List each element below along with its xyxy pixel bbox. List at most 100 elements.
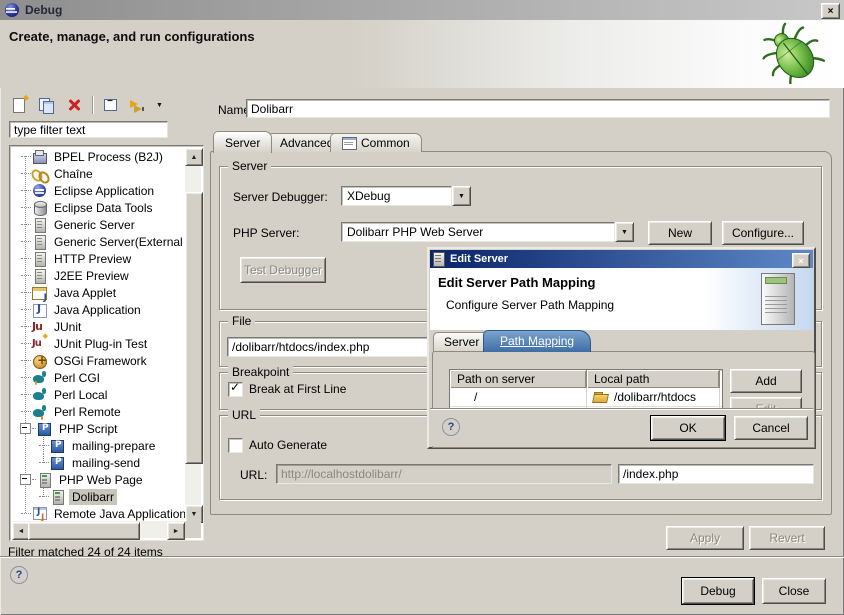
scroll-right-button[interactable]: ► [167, 522, 185, 540]
collapse-all-icon[interactable] [102, 97, 120, 113]
tree-item-java-applet[interactable]: Java Applet [12, 284, 185, 301]
name-input[interactable] [246, 99, 830, 118]
php-server-value: Dolibarr PHP Web Server [341, 222, 615, 242]
config-tree: BPEL Process (B2J)ChaîneEclipse Applicat… [9, 145, 204, 541]
tree-item-mailing-send[interactable]: mailing-send [12, 454, 185, 471]
java-applet-icon [31, 285, 49, 301]
tree-line [21, 513, 31, 515]
break-first-line-checkbox[interactable] [228, 382, 243, 397]
dialog-help-icon[interactable]: ? [442, 418, 460, 436]
tree-item-generic-server-external-la[interactable]: Generic Server(External La [12, 233, 185, 250]
server-icon [31, 251, 49, 267]
server-icon [31, 217, 49, 233]
tree-item-http-preview[interactable]: HTTP Preview [12, 250, 185, 267]
junit-plugin-icon [31, 336, 49, 352]
test-debugger-button[interactable]: Test Debugger [240, 257, 326, 283]
tree-item-osgi-framework[interactable]: OSGi Framework [12, 352, 185, 369]
titlebar: Debug × [0, 0, 844, 20]
config-tree-viewport[interactable]: BPEL Process (B2J)ChaîneEclipse Applicat… [12, 148, 185, 521]
eclipse-app-icon [31, 183, 49, 199]
remote-java-icon [31, 506, 49, 522]
php-server-combo[interactable]: Dolibarr PHP Web Server ▼ [341, 222, 634, 242]
tree-item-perl-cgi[interactable]: Perl CGI [12, 369, 185, 386]
tree-item-perl-remote[interactable]: Perl Remote [12, 403, 185, 420]
revert-button[interactable]: Revert [749, 526, 825, 550]
column-path-on-server[interactable]: Path on server [450, 370, 587, 388]
dialog-tab-path-mapping[interactable]: Path Mapping [483, 330, 591, 352]
table-header-row: Path on server Local path [450, 370, 722, 388]
tree-item-label: Eclipse Application [51, 183, 157, 199]
chevron-down-icon[interactable]: ▼ [452, 186, 471, 206]
tree-item-label: JUnit [51, 319, 84, 335]
filter-launch-configurations-icon[interactable] [129, 97, 147, 113]
tree-line [21, 207, 31, 209]
tree-item-junit[interactable]: JUnit [12, 318, 185, 335]
perl-icon [31, 387, 49, 403]
table-row[interactable]: / /dolibarr/htdocs [450, 388, 722, 407]
url-path-input[interactable] [618, 464, 814, 484]
tree-item-generic-server[interactable]: Generic Server [12, 216, 185, 233]
delete-launch-config-icon[interactable] [65, 97, 83, 113]
new-launch-config-icon[interactable] [11, 97, 29, 113]
view-menu-dropdown-icon[interactable]: ▼ [156, 102, 166, 109]
tree-item-cha-ne[interactable]: Chaîne [12, 165, 185, 182]
base-url-input [276, 464, 612, 484]
tree-item-dolibarr[interactable]: Dolibarr [12, 488, 185, 505]
filter-input[interactable] [9, 121, 168, 138]
edit-server-close-button[interactable]: × [792, 253, 810, 268]
tab-common-label: Common [361, 136, 410, 150]
common-tab-icon [342, 137, 357, 150]
cell-path-on-server: / [450, 388, 587, 406]
tree-item-php-script[interactable]: PHP Script [12, 420, 185, 437]
server-debugger-combo[interactable]: XDebug ▼ [341, 186, 471, 206]
tree-line [21, 275, 31, 277]
tree-item-java-application[interactable]: Java Application [12, 301, 185, 318]
tree-item-label: Java Application [51, 302, 144, 318]
header-glow [703, 268, 813, 330]
tree-item-remote-java-application[interactable]: Remote Java Application [12, 505, 185, 521]
scroll-up-button[interactable]: ▲ [185, 148, 203, 166]
close-window-button[interactable]: × [821, 3, 840, 19]
apply-button[interactable]: Apply [666, 526, 744, 550]
tree-line [21, 343, 31, 345]
help-icon[interactable]: ? [10, 566, 28, 584]
ok-button[interactable]: OK [651, 416, 725, 440]
new-server-button[interactable]: New [648, 221, 712, 245]
edit-server-title: Edit Server [450, 253, 508, 265]
server-group-legend: Server [228, 159, 271, 173]
dialog-tab-server[interactable]: Server [433, 332, 490, 352]
tree-item-bpel-process-b2j[interactable]: BPEL Process (B2J) [12, 148, 185, 165]
cancel-button[interactable]: Cancel [734, 416, 808, 440]
server-icon [433, 252, 445, 267]
tab-common[interactable]: Common [330, 133, 422, 152]
horizontal-scroll-thumb[interactable] [28, 522, 140, 540]
php-script-icon [49, 455, 67, 471]
tab-server[interactable]: Server [213, 131, 272, 153]
tree-item-mailing-prepare[interactable]: mailing-prepare [12, 437, 185, 454]
vertical-scroll-thumb[interactable] [185, 192, 203, 464]
tree-item-eclipse-application[interactable]: Eclipse Application [12, 182, 185, 199]
php-script-icon [36, 421, 54, 437]
tree-line [39, 496, 49, 498]
tree-item-label: PHP Script [56, 421, 120, 437]
column-local-path[interactable]: Local path [587, 370, 720, 388]
tree-item-j2ee-preview[interactable]: J2EE Preview [12, 267, 185, 284]
header-banner: Create, manage, and run configurations [0, 20, 844, 88]
tree-item-label: HTTP Preview [51, 251, 134, 267]
url-label: URL: [240, 468, 267, 482]
duplicate-launch-config-icon[interactable] [38, 97, 56, 113]
configure-server-button[interactable]: Configure... [722, 221, 804, 245]
chevron-down-icon[interactable]: ▼ [615, 222, 634, 242]
tree-item-perl-local[interactable]: Perl Local [12, 386, 185, 403]
tree-item-junit-plug-in-test[interactable]: JUnit Plug-in Test [12, 335, 185, 352]
add-mapping-button[interactable]: Add [730, 369, 802, 393]
collapse-expander-icon[interactable] [20, 423, 31, 434]
debug-button[interactable]: Debug [682, 578, 754, 604]
launch-config-toolbar: ▼ [8, 92, 204, 118]
tree-item-php-web-page[interactable]: PHP Web Page [12, 471, 185, 488]
close-button[interactable]: Close [762, 578, 826, 604]
collapse-expander-icon[interactable] [20, 474, 31, 485]
auto-generate-checkbox[interactable] [228, 438, 243, 453]
tree-item-label: BPEL Process (B2J) [51, 149, 166, 165]
tree-item-eclipse-data-tools[interactable]: Eclipse Data Tools [12, 199, 185, 216]
